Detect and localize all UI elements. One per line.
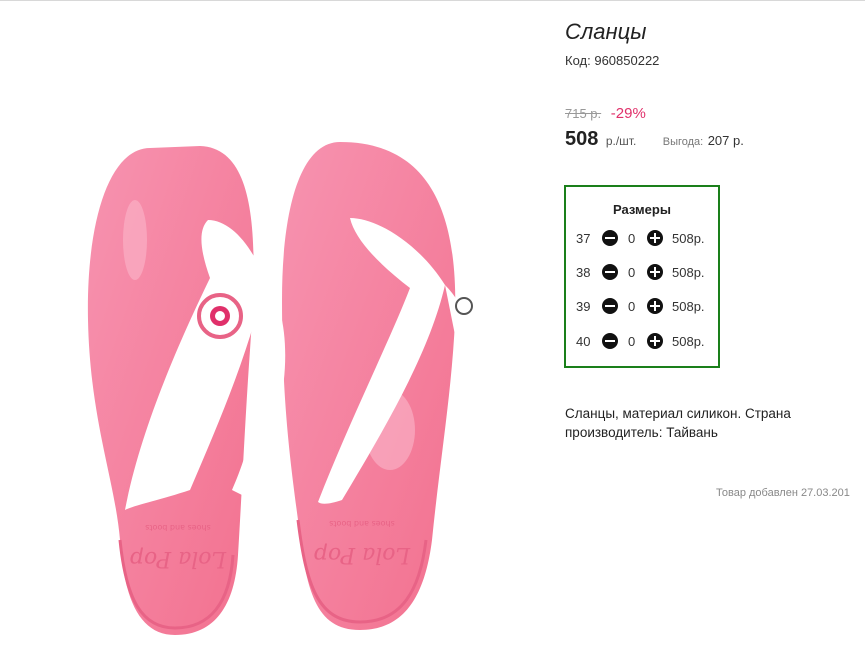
size-price: 508р. — [672, 231, 705, 246]
minus-icon[interactable] — [602, 298, 618, 314]
quantity-value: 0 — [628, 334, 636, 349]
discount-badge: -29% — [610, 105, 646, 122]
code-value: 960850222 — [594, 53, 660, 68]
savings-label: Выгода: — [662, 136, 704, 148]
size-price: 508р. — [672, 334, 705, 349]
minus-icon[interactable] — [602, 264, 618, 280]
plus-icon[interactable] — [647, 230, 663, 246]
size-value: 39 — [576, 299, 591, 314]
old-price-line: 715 р. -29% — [565, 105, 646, 122]
right-charm — [455, 297, 473, 315]
minus-icon[interactable] — [602, 333, 618, 349]
added-date: Товар добавлен 27.03.201 — [716, 487, 850, 499]
price-line: 508 р./шт. Выгода: 207 р. — [565, 128, 744, 151]
product-image: Lola Pop shoes and boots Lola Pop shoes … — [87, 142, 483, 635]
size-row: 40 0 508р. — [566, 332, 718, 352]
size-price: 508р. — [672, 299, 705, 314]
size-value: 40 — [576, 334, 591, 349]
old-price: 715 р. — [565, 106, 602, 121]
quantity-value: 0 — [628, 299, 636, 314]
plus-icon[interactable] — [647, 333, 663, 349]
left-brand-print: Lola Pop — [130, 546, 227, 571]
price-unit: р./шт. — [605, 134, 637, 148]
sizes-panel: Размеры 37 0 508р. 38 0 508р. 39 0 508р.… — [564, 185, 720, 368]
size-price: 508р. — [672, 265, 705, 280]
svg-text:shoes and boots: shoes and boots — [329, 519, 395, 528]
top-divider — [0, 0, 865, 1]
savings-value: 207 р. — [707, 133, 744, 148]
size-row: 37 0 508р. — [566, 229, 718, 249]
size-row: 38 0 508р. — [566, 263, 718, 283]
product-description: Сланцы, материал силикон. Страна произво… — [565, 406, 791, 440]
quantity-value: 0 — [628, 231, 636, 246]
product-code: Код: 960850222 — [565, 53, 659, 68]
current-price: 508 — [565, 128, 599, 150]
right-brand-print: Lola Pop — [314, 542, 411, 567]
size-value: 37 — [576, 231, 591, 246]
sizes-title: Размеры — [613, 202, 671, 217]
quantity-value: 0 — [628, 265, 636, 280]
plus-icon[interactable] — [647, 264, 663, 280]
plus-icon[interactable] — [647, 298, 663, 314]
svg-text:shoes and boots: shoes and boots — [145, 523, 211, 532]
size-row: 39 0 508р. — [566, 297, 718, 317]
size-value: 38 — [576, 265, 591, 280]
code-label: Код: — [565, 53, 591, 68]
product-title: Сланцы — [565, 19, 647, 44]
minus-icon[interactable] — [602, 230, 618, 246]
